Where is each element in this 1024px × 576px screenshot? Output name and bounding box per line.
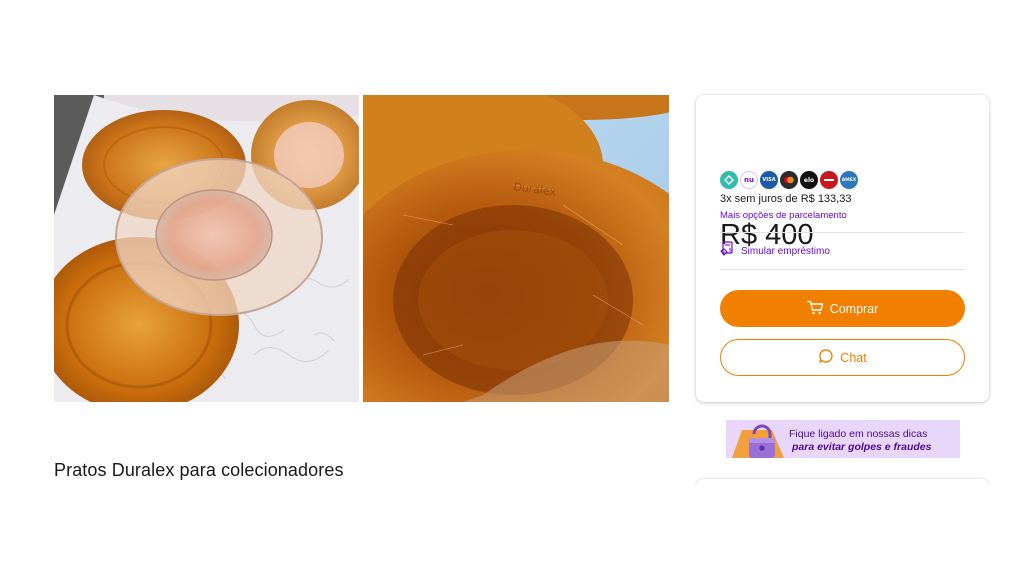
buy-button-label: Comprar [829, 301, 879, 316]
payment-methods: nu VISA elo AMEX [720, 171, 858, 189]
elo-icon: elo [800, 171, 818, 189]
chat-button-label: Chat [840, 350, 867, 365]
more-installment-options-link[interactable]: Mais opções de parcelamento [720, 210, 847, 221]
buy-button[interactable]: Comprar [720, 290, 965, 327]
installments-text: 3x sem juros de R$ 133,33 [720, 193, 852, 205]
divider [720, 269, 965, 270]
amex-icon: AMEX [840, 171, 858, 189]
padlock-icon [732, 420, 788, 458]
pix-icon [720, 171, 738, 189]
divider [720, 232, 965, 233]
photo-gallery: Duralex [54, 95, 669, 402]
safety-tips-banner[interactable]: Fique ligado em nossas dicas para evitar… [726, 420, 960, 458]
mastercard-icon [780, 171, 798, 189]
shopping-cart-icon [806, 300, 824, 318]
page-fade [690, 486, 1000, 576]
nubank-icon: nu [740, 171, 758, 189]
hipercard-icon [820, 171, 838, 189]
photo-amber-plate-closeup: Duralex [363, 95, 669, 402]
loan-calculator-icon: $ [720, 241, 736, 261]
ad-page: Duralex Pratos Duralex para colecionador… [0, 0, 1024, 576]
simulate-loan-link[interactable]: $ Simular empréstimo [720, 241, 830, 261]
gallery-photo-1[interactable] [54, 95, 359, 402]
visa-icon: VISA [760, 171, 778, 189]
gallery-photo-2[interactable]: Duralex [363, 95, 669, 402]
chat-bubble-icon [818, 348, 834, 367]
chat-button[interactable]: Chat [720, 339, 965, 376]
banner-line-1: Fique ligado em nossas dicas [789, 428, 928, 440]
photo-amber-plates-stacked [54, 95, 359, 402]
banner-line-2: para evitar golpes e fraudes [792, 441, 932, 453]
svg-text:$: $ [729, 248, 732, 254]
simulate-loan-label: Simular empréstimo [741, 245, 830, 257]
listing-title: Pratos Duralex para colecionadores [54, 460, 344, 480]
